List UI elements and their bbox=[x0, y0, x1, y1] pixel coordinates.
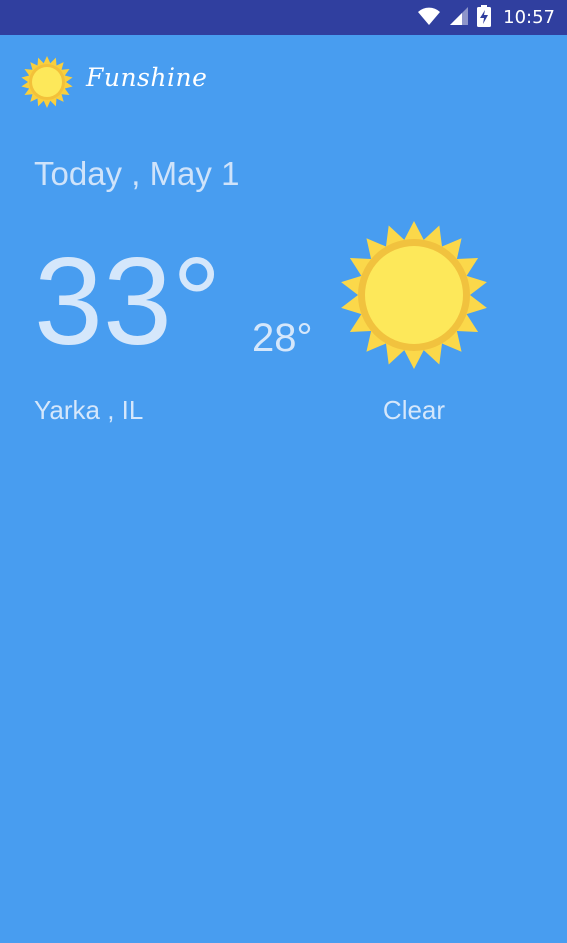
sun-icon bbox=[339, 220, 489, 370]
date-label: Today , May 1 bbox=[34, 155, 240, 192]
status-icons: 10:57 bbox=[417, 0, 555, 35]
app-bar: Funshine bbox=[0, 35, 567, 135]
location-label: Yarka , IL bbox=[34, 395, 144, 425]
cellular-signal-icon bbox=[449, 6, 469, 30]
app-title: Funshine bbox=[86, 63, 208, 92]
low-temperature: 28° bbox=[252, 316, 313, 360]
condition-label: Clear bbox=[382, 395, 446, 425]
battery-charging-icon bbox=[477, 4, 492, 31]
sun-icon bbox=[20, 55, 74, 109]
high-temperature: 33° bbox=[34, 233, 222, 371]
wifi-icon bbox=[417, 6, 441, 30]
status-time: 10:57 bbox=[503, 7, 555, 28]
status-bar: 10:57 bbox=[0, 0, 567, 35]
